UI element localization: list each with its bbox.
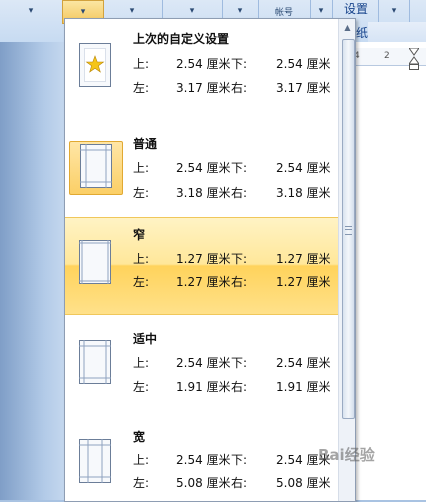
ruler-tick-label: 2 [384, 51, 390, 61]
page-margins-icon [80, 144, 112, 188]
option-title: 适中 [133, 332, 158, 346]
margin-option-last-custom[interactable]: 上次的自定义设置 上: 2.54 厘米 下: 2.54 厘米 左: 3.17 厘… [65, 19, 338, 113]
value-top: 1.27 厘米 [176, 252, 231, 266]
value-bottom: 2.54 厘米 [276, 57, 331, 71]
page-wide-margins-icon [79, 439, 111, 483]
margin-preview-thumbnail [69, 141, 123, 195]
label-top: 上: [133, 57, 150, 71]
label-top: 上: [133, 453, 150, 467]
label-bottom: 下: [231, 252, 248, 266]
value-top: 2.54 厘米 [176, 356, 231, 370]
page-moderate-margins-icon [79, 340, 111, 384]
value-left: 1.91 厘米 [176, 380, 231, 394]
ribbon-partial-label: 帐号 [274, 7, 293, 18]
value-left: 1.27 厘米 [176, 275, 231, 289]
value-right: 5.08 厘米 [276, 476, 331, 490]
value-right: 3.18 厘米 [276, 186, 331, 200]
value-top: 2.54 厘米 [176, 453, 231, 467]
chevron-down-icon: ▾ [237, 6, 243, 16]
chevron-down-icon: ▾ [129, 6, 135, 16]
value-right: 1.91 厘米 [276, 380, 331, 394]
value-right: 1.27 厘米 [276, 275, 331, 289]
value-left: 3.17 厘米 [176, 81, 231, 95]
value-right: 3.17 厘米 [276, 81, 331, 95]
label-bottom: 下: [231, 453, 248, 467]
label-bottom: 下: [231, 57, 248, 71]
label-left: 左: [133, 186, 150, 200]
label-right: 右: [231, 380, 248, 394]
label-left: 左: [133, 476, 150, 490]
chevron-down-icon: ▾ [318, 6, 324, 16]
chevron-down-icon: ▾ [391, 6, 397, 16]
label-top: 上: [133, 161, 150, 175]
label-bottom: 下: [231, 161, 248, 175]
chevron-down-icon: ▾ [28, 6, 34, 16]
ribbon-dropdown-button[interactable]: ▾ [0, 0, 63, 22]
ribbon-dropdown-button[interactable]: ▾ [378, 0, 410, 22]
chevron-down-icon: ▾ [80, 7, 86, 17]
label-top: 上: [133, 252, 150, 266]
value-left: 3.18 厘米 [176, 186, 231, 200]
margin-preview-thumbnail [69, 238, 121, 290]
label-right: 右: [231, 81, 248, 95]
label-left: 左: [133, 380, 150, 394]
chevron-down-icon: ▾ [189, 6, 195, 16]
option-title: 普通 [133, 137, 158, 151]
margin-preview-thumbnail [69, 41, 121, 93]
page-star-icon [79, 43, 111, 87]
margin-option-narrow[interactable]: 窄 上: 1.27 厘米 下: 1.27 厘米 左: 1.27 厘米 右: 1.… [65, 217, 338, 315]
value-bottom: 2.54 厘米 [276, 161, 331, 175]
value-top: 2.54 厘米 [176, 57, 231, 71]
margin-option-normal[interactable]: 普通 上: 2.54 厘米 下: 2.54 厘米 左: 3.18 厘米 右: 3… [65, 124, 338, 218]
ribbon-group-tail [368, 22, 426, 42]
option-title: 上次的自定义设置 [133, 32, 230, 46]
margin-preview-thumbnail [69, 437, 121, 489]
grip-icon [345, 226, 352, 235]
margin-option-wide[interactable]: 宽 上: 2.54 厘米 下: 2.54 厘米 左: 5.08 厘米 右: 5.… [65, 421, 338, 501]
label-right: 右: [231, 186, 248, 200]
watermark: Bai经验 [318, 446, 375, 464]
ribbon-paper-label[interactable]: 纸 [356, 24, 368, 41]
ribbon-settings-label[interactable]: 设置 [344, 0, 368, 17]
label-left: 左: [133, 81, 150, 95]
page-narrow-margins-icon [79, 240, 111, 284]
indent-marker-icon[interactable] [409, 48, 419, 70]
label-right: 右: [231, 275, 248, 289]
value-left: 5.08 厘米 [176, 476, 231, 490]
label-right: 右: [231, 476, 248, 490]
margin-option-moderate[interactable]: 适中 上: 2.54 厘米 下: 2.54 厘米 左: 1.91 厘米 右: 1… [65, 322, 338, 416]
label-bottom: 下: [231, 356, 248, 370]
scrollbar-thumb[interactable] [342, 39, 355, 419]
label-left: 左: [133, 275, 150, 289]
scroll-up-arrow-icon[interactable]: ▲ [339, 19, 355, 36]
document-area[interactable] [354, 42, 426, 500]
option-title: 窄 [133, 228, 146, 242]
value-bottom: 2.54 厘米 [276, 356, 331, 370]
option-title: 宽 [133, 430, 146, 444]
window-background-left [0, 42, 64, 500]
value-top: 2.54 厘米 [176, 161, 231, 175]
margin-preview-thumbnail [69, 338, 121, 390]
margins-dropdown-panel: 上次的自定义设置 上: 2.54 厘米 下: 2.54 厘米 左: 3.17 厘… [64, 18, 356, 502]
label-top: 上: [133, 356, 150, 370]
menu-scrollbar[interactable]: ▲ [338, 19, 355, 501]
value-bottom: 1.27 厘米 [276, 252, 331, 266]
